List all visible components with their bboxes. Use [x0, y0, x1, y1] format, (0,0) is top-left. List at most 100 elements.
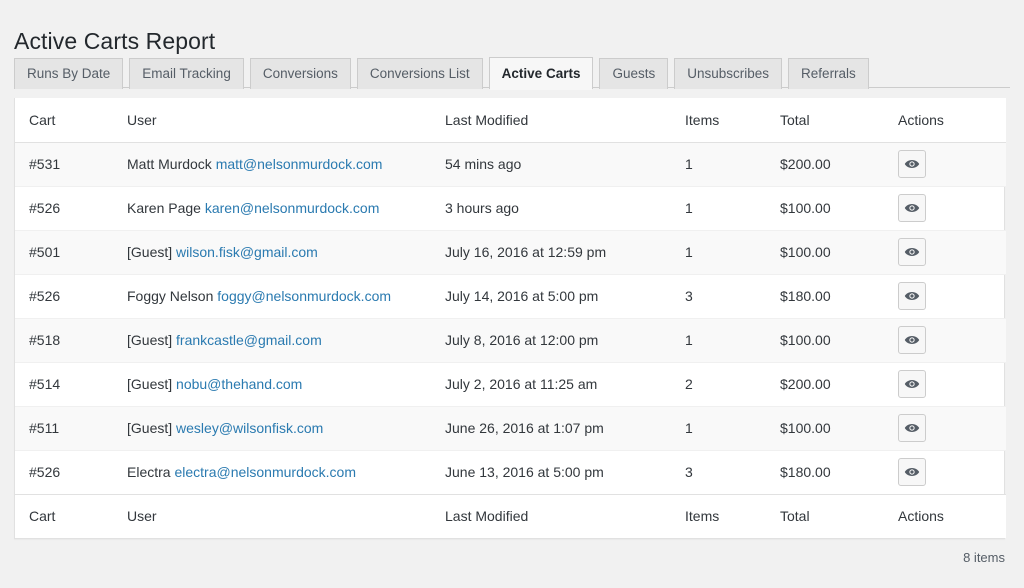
- tab-bar: Runs By Date Email Tracking Conversions Con…: [14, 55, 1010, 88]
- cell-total: $100.00: [770, 186, 888, 230]
- user-email-link[interactable]: wilson.fisk@gmail.com: [176, 244, 318, 260]
- column-header-items[interactable]: Items: [675, 98, 770, 142]
- tab-label: Email Tracking: [142, 67, 231, 81]
- user-email-link[interactable]: nobu@thehand.com: [176, 376, 302, 392]
- tab-referrals[interactable]: Referrals: [788, 58, 869, 89]
- cell-last-modified: June 13, 2016 at 5:00 pm: [435, 450, 675, 494]
- eye-icon: [904, 332, 920, 348]
- tab-active-carts[interactable]: Active Carts: [489, 57, 594, 89]
- view-cart-button[interactable]: [898, 326, 926, 354]
- user-email-link[interactable]: electra@nelsonmurdock.com: [174, 464, 356, 480]
- footer-header-user[interactable]: User: [117, 494, 435, 538]
- table-row: #501[Guest] wilson.fisk@gmail.comJuly 16…: [15, 230, 1006, 274]
- tab-guests[interactable]: Guests: [599, 58, 668, 89]
- table-head: Cart User Last Modified Items Total Acti…: [15, 98, 1006, 142]
- cell-actions: [888, 142, 1006, 186]
- cell-user: [Guest] wesley@wilsonfisk.com: [117, 406, 435, 450]
- view-cart-button[interactable]: [898, 238, 926, 266]
- eye-icon: [904, 464, 920, 480]
- footer-header-items[interactable]: Items: [675, 494, 770, 538]
- cell-last-modified: 54 mins ago: [435, 142, 675, 186]
- cell-user: [Guest] wilson.fisk@gmail.com: [117, 230, 435, 274]
- eye-icon: [904, 244, 920, 260]
- cell-actions: [888, 450, 1006, 494]
- footer-header-last-modified[interactable]: Last Modified: [435, 494, 675, 538]
- user-name: Electra: [127, 464, 171, 480]
- tab-conversions-list[interactable]: Conversions List: [357, 58, 483, 89]
- cell-actions: [888, 362, 1006, 406]
- footer-header-actions: Actions: [888, 494, 1006, 538]
- cell-items: 1: [675, 318, 770, 362]
- cell-items: 2: [675, 362, 770, 406]
- tab-label: Unsubscribes: [687, 67, 769, 81]
- table-footer-row: Cart User Last Modified Items Total Acti…: [15, 494, 1006, 538]
- view-cart-button[interactable]: [898, 414, 926, 442]
- cell-cart: #531: [15, 142, 117, 186]
- user-name: [Guest]: [127, 244, 172, 260]
- cell-total: $200.00: [770, 142, 888, 186]
- cell-last-modified: July 16, 2016 at 12:59 pm: [435, 230, 675, 274]
- user-name: [Guest]: [127, 332, 172, 348]
- cell-last-modified: 3 hours ago: [435, 186, 675, 230]
- user-name: [Guest]: [127, 376, 172, 392]
- table-row: #526Karen Page karen@nelsonmurdock.com3 …: [15, 186, 1006, 230]
- table-row: #511[Guest] wesley@wilsonfisk.comJune 26…: [15, 406, 1006, 450]
- tab-label: Conversions List: [370, 67, 470, 81]
- eye-icon: [904, 420, 920, 436]
- cell-user: Foggy Nelson foggy@nelsonmurdock.com: [117, 274, 435, 318]
- table-row: #526Foggy Nelson foggy@nelsonmurdock.com…: [15, 274, 1006, 318]
- cell-actions: [888, 230, 1006, 274]
- eye-icon: [904, 200, 920, 216]
- view-cart-button[interactable]: [898, 370, 926, 398]
- column-header-total[interactable]: Total: [770, 98, 888, 142]
- user-email-link[interactable]: matt@nelsonmurdock.com: [216, 156, 383, 172]
- column-header-last-modified[interactable]: Last Modified: [435, 98, 675, 142]
- active-carts-panel: Cart User Last Modified Items Total Acti…: [14, 98, 1005, 539]
- cell-total: $100.00: [770, 406, 888, 450]
- tab-conversions[interactable]: Conversions: [250, 58, 351, 89]
- cell-cart: #526: [15, 186, 117, 230]
- table-body: #531Matt Murdock matt@nelsonmurdock.com5…: [15, 142, 1006, 494]
- view-cart-button[interactable]: [898, 282, 926, 310]
- tab-label: Referrals: [801, 67, 856, 81]
- tab-label: Conversions: [263, 67, 338, 81]
- footer-header-cart[interactable]: Cart: [15, 494, 117, 538]
- tab-unsubscribes[interactable]: Unsubscribes: [674, 58, 782, 89]
- page-title: Active Carts Report: [14, 27, 215, 56]
- table-row: #518[Guest] frankcastle@gmail.comJuly 8,…: [15, 318, 1006, 362]
- column-header-actions: Actions: [888, 98, 1006, 142]
- user-email-link[interactable]: frankcastle@gmail.com: [176, 332, 322, 348]
- cell-cart: #511: [15, 406, 117, 450]
- cell-user: [Guest] nobu@thehand.com: [117, 362, 435, 406]
- cell-actions: [888, 318, 1006, 362]
- cell-user: Karen Page karen@nelsonmurdock.com: [117, 186, 435, 230]
- tab-email-tracking[interactable]: Email Tracking: [129, 58, 244, 89]
- items-count: 8 items: [963, 550, 1005, 565]
- cell-actions: [888, 274, 1006, 318]
- eye-icon: [904, 376, 920, 392]
- view-cart-button[interactable]: [898, 150, 926, 178]
- eye-icon: [904, 288, 920, 304]
- tab-list: Runs By Date Email Tracking Conversions Con…: [14, 55, 1010, 88]
- user-email-link[interactable]: karen@nelsonmurdock.com: [205, 200, 380, 216]
- user-email-link[interactable]: foggy@nelsonmurdock.com: [217, 288, 391, 304]
- cell-items: 1: [675, 186, 770, 230]
- eye-icon: [904, 156, 920, 172]
- view-cart-button[interactable]: [898, 458, 926, 486]
- cell-last-modified: July 14, 2016 at 5:00 pm: [435, 274, 675, 318]
- cell-items: 1: [675, 406, 770, 450]
- cell-user: [Guest] frankcastle@gmail.com: [117, 318, 435, 362]
- cell-cart: #526: [15, 450, 117, 494]
- user-email-link[interactable]: wesley@wilsonfisk.com: [176, 420, 323, 436]
- column-header-user[interactable]: User: [117, 98, 435, 142]
- tab-runs-by-date[interactable]: Runs By Date: [14, 58, 123, 89]
- active-carts-table: Cart User Last Modified Items Total Acti…: [15, 98, 1006, 538]
- cell-actions: [888, 406, 1006, 450]
- column-header-cart[interactable]: Cart: [15, 98, 117, 142]
- footer-header-total[interactable]: Total: [770, 494, 888, 538]
- tab-label: Runs By Date: [27, 67, 110, 81]
- cell-total: $100.00: [770, 230, 888, 274]
- view-cart-button[interactable]: [898, 194, 926, 222]
- table-row: #526 Electra electra@nelsonmurdock.com Jun…: [15, 450, 1006, 494]
- cell-items: 3: [675, 450, 770, 494]
